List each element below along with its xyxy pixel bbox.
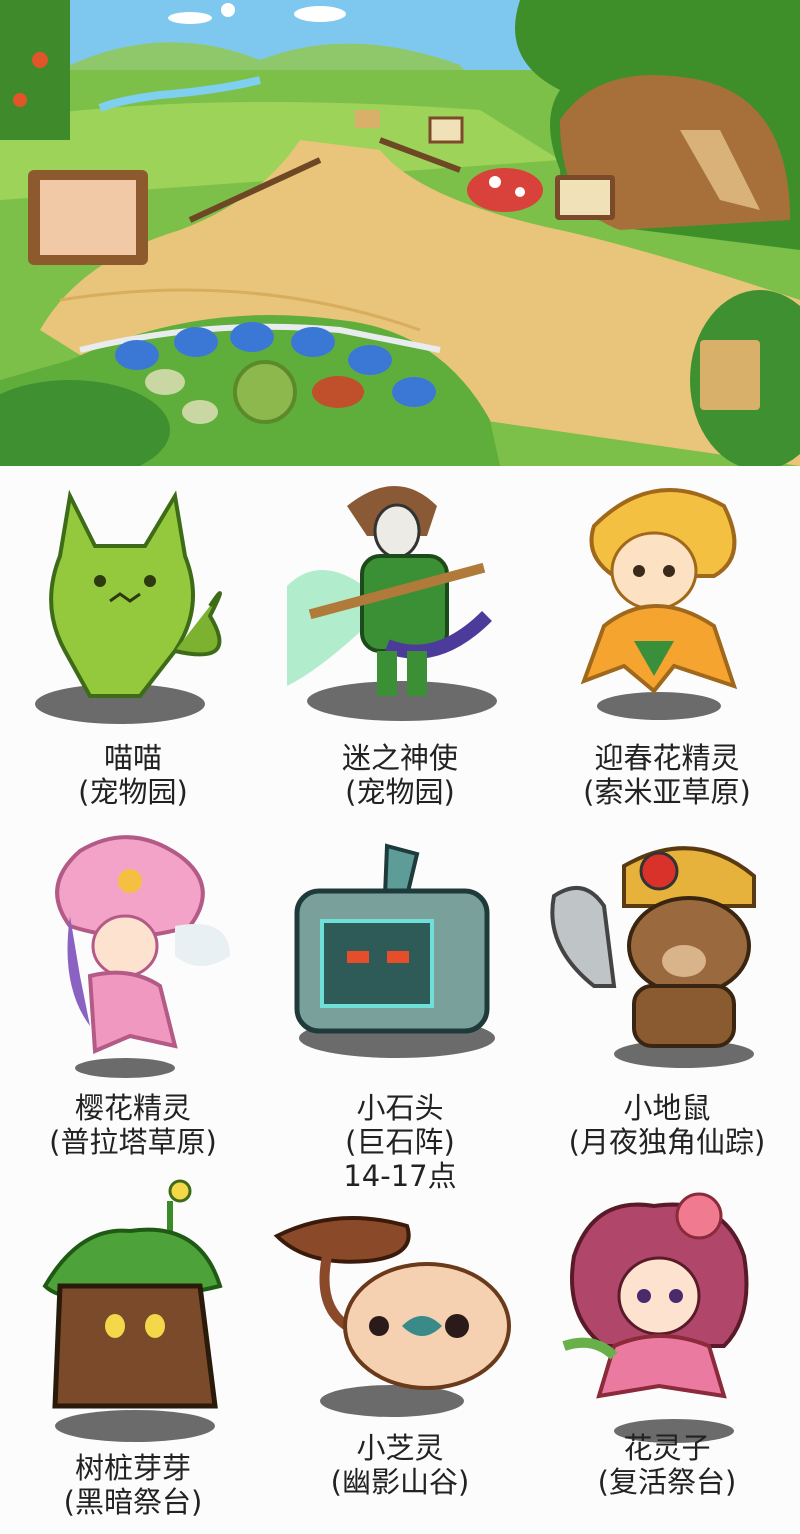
pet-label: 小地鼠 (月夜独角仙踪) xyxy=(534,1091,800,1159)
game-scene-banner xyxy=(0,0,800,466)
pet-card: 樱花精灵 (普拉塔草原) xyxy=(0,826,266,1206)
pet-name: 小芝灵 xyxy=(356,1431,444,1465)
green-cat-pet-icon xyxy=(35,489,222,724)
pet-name: 迷之神使 xyxy=(341,741,458,775)
rose-flower-fairy-icon xyxy=(562,1192,749,1443)
yellow-flower-fairy-icon xyxy=(580,488,738,720)
stone-block-pet-icon xyxy=(294,843,495,1058)
pet-location: (宠物园) xyxy=(78,775,188,809)
pet-card: 小石头 (巨石阵) 14-17点 xyxy=(267,826,533,1206)
pet-location: (宠物园) xyxy=(345,775,455,809)
pet-location: (黑暗祭台) xyxy=(63,1485,203,1519)
pet-name: 树桩芽芽 xyxy=(74,1451,191,1485)
pet-card: 小芝灵 (幽影山谷) xyxy=(267,1176,533,1534)
pet-location: (普拉塔草原) xyxy=(49,1125,217,1159)
pet-card: 小地鼠 (月夜独角仙踪) xyxy=(534,826,800,1206)
cherry-blossom-fairy-icon xyxy=(55,835,230,1078)
pet-card: 喵喵 (宠物园) xyxy=(0,466,266,826)
pet-location: (索米亚草原) xyxy=(583,775,751,809)
pet-label: 树桩芽芽 (黑暗祭台) xyxy=(0,1451,266,1519)
pet-label: 迎春花精灵 (索米亚草原) xyxy=(534,741,800,809)
pet-label: 喵喵 (宠物园) xyxy=(0,741,266,809)
pet-card: 树桩芽芽 (黑暗祭台) xyxy=(0,1176,266,1534)
pet-card: 迎春花精灵 (索米亚草原) xyxy=(534,466,800,826)
mushroom-pet-icon xyxy=(273,1216,511,1417)
mole-miner-pet-icon xyxy=(550,846,756,1068)
pet-location: (月夜独角仙踪) xyxy=(568,1125,766,1159)
pet-label: 小芝灵 (幽影山谷) xyxy=(267,1431,533,1499)
pet-location: (巨石阵) xyxy=(345,1125,455,1159)
pet-name: 花灵子 xyxy=(623,1431,711,1465)
pet-label: 花灵子 (复活祭台) xyxy=(534,1431,800,1499)
masked-warrior-pet-icon xyxy=(287,486,497,721)
tree-stump-pet-icon xyxy=(42,1179,223,1442)
pet-card: 迷之神使 (宠物园) xyxy=(267,466,533,826)
pet-name: 喵喵 xyxy=(103,741,162,775)
pet-name: 小地鼠 xyxy=(623,1091,711,1125)
pet-name: 樱花精灵 xyxy=(74,1091,191,1125)
pet-location: (复活祭台) xyxy=(597,1465,737,1499)
pet-name: 迎春花精灵 xyxy=(594,741,740,775)
pet-name: 小石头 xyxy=(356,1091,444,1125)
pet-label: 樱花精灵 (普拉塔草原) xyxy=(0,1091,266,1159)
pet-label: 迷之神使 (宠物园) xyxy=(267,741,533,809)
pet-card: 花灵子 (复活祭台) xyxy=(534,1176,800,1534)
pet-location: (幽影山谷) xyxy=(330,1465,470,1499)
